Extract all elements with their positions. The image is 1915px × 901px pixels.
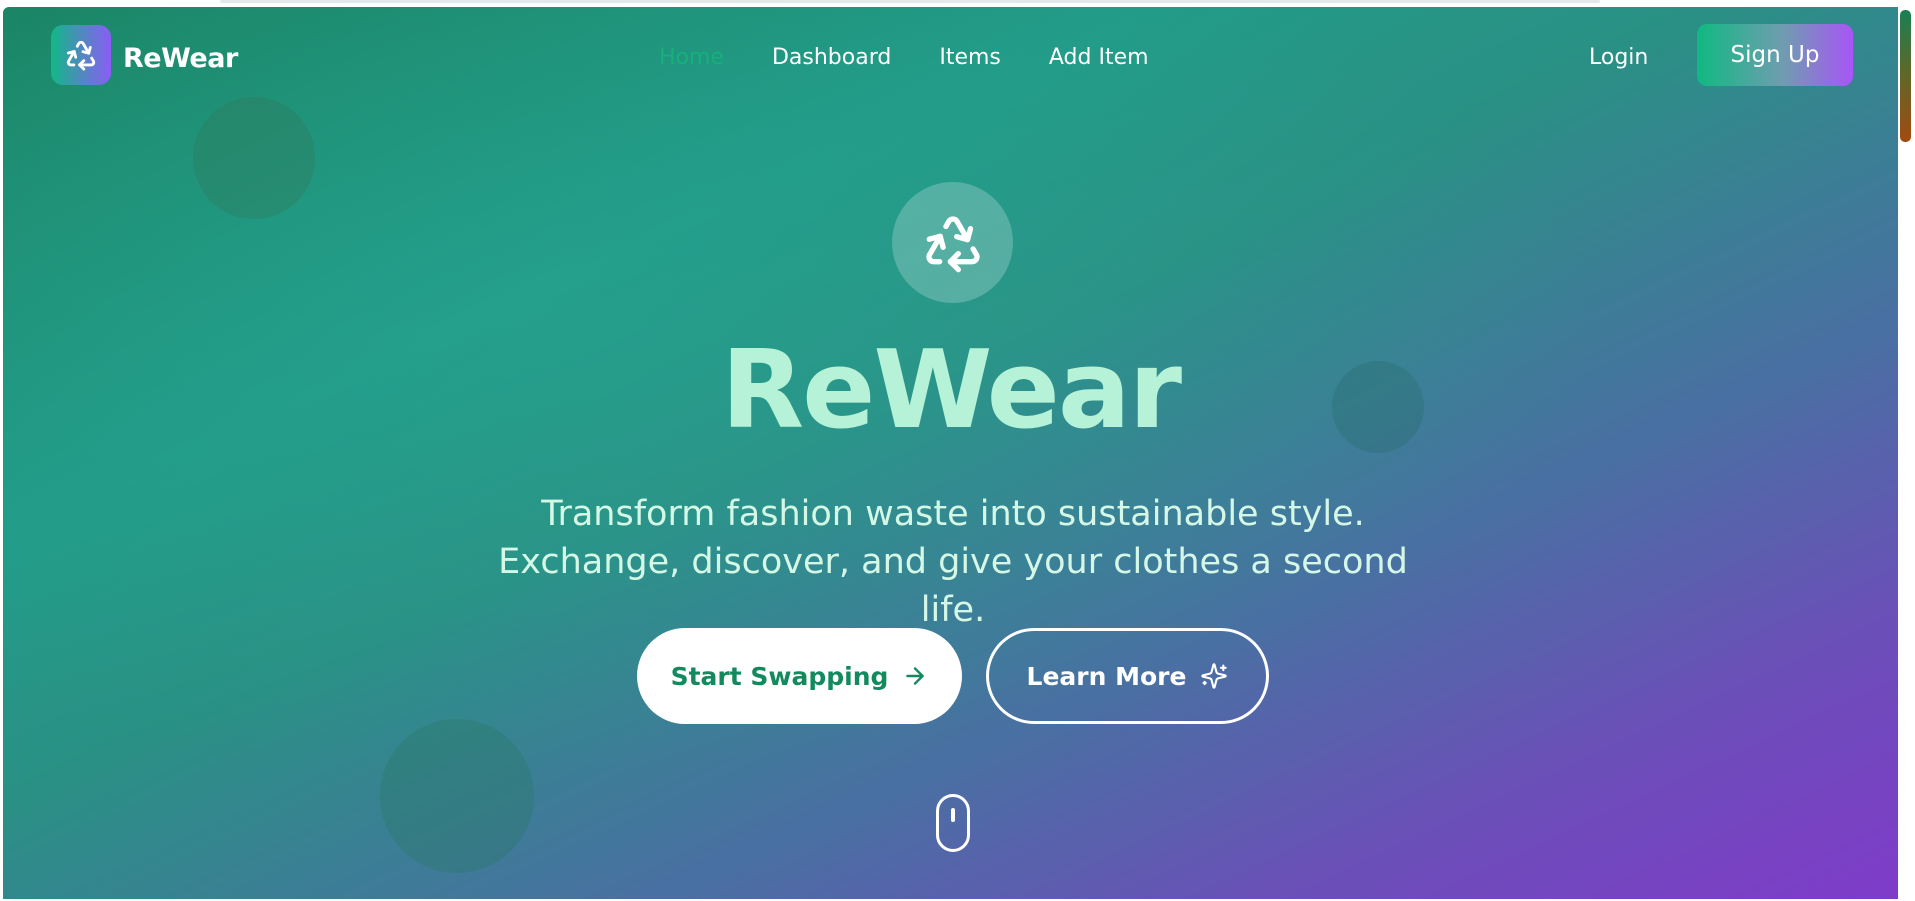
recycle-icon: [925, 215, 980, 272]
nav-links: Home Dashboard Items Add Item: [659, 45, 1149, 70]
decorative-circle: [380, 719, 534, 873]
hero-subtitle: Transform fashion waste into sustainable…: [498, 494, 1408, 630]
hero-recycle-badge: [892, 182, 1013, 303]
start-swapping-label: Start Swapping: [670, 661, 889, 691]
recycle-icon: [66, 40, 96, 71]
page-scrollbar[interactable]: [1898, 0, 1915, 901]
login-link[interactable]: Login: [1589, 45, 1648, 70]
learn-more-label: Learn More: [1026, 661, 1187, 691]
mouse-wheel: [951, 808, 955, 822]
scrollbar-thumb[interactable]: [1900, 10, 1911, 142]
arrow-right-icon: [906, 667, 925, 685]
sparkles-icon: [1201, 663, 1228, 689]
hero-section: ReWear Home Dashboard Items Add Item Log…: [3, 7, 1898, 899]
brand-name[interactable]: ReWear: [123, 43, 238, 74]
learn-more-button[interactable]: Learn More: [986, 628, 1269, 724]
nav-link-dashboard[interactable]: Dashboard: [772, 45, 891, 70]
nav-link-add-item[interactable]: Add Item: [1049, 45, 1149, 70]
signup-button[interactable]: Sign Up: [1697, 24, 1853, 86]
browser-top-edge: [220, 0, 1600, 3]
logo-badge[interactable]: [51, 25, 111, 85]
mouse-scroll-icon: [936, 794, 970, 852]
top-navigation: ReWear Home Dashboard Items Add Item Log…: [3, 7, 1898, 107]
nav-link-home[interactable]: Home: [659, 45, 724, 70]
hero-title: ReWear: [720, 328, 1182, 453]
decorative-circle: [193, 97, 315, 219]
nav-link-items[interactable]: Items: [939, 45, 1001, 70]
start-swapping-button[interactable]: Start Swapping: [637, 628, 962, 724]
